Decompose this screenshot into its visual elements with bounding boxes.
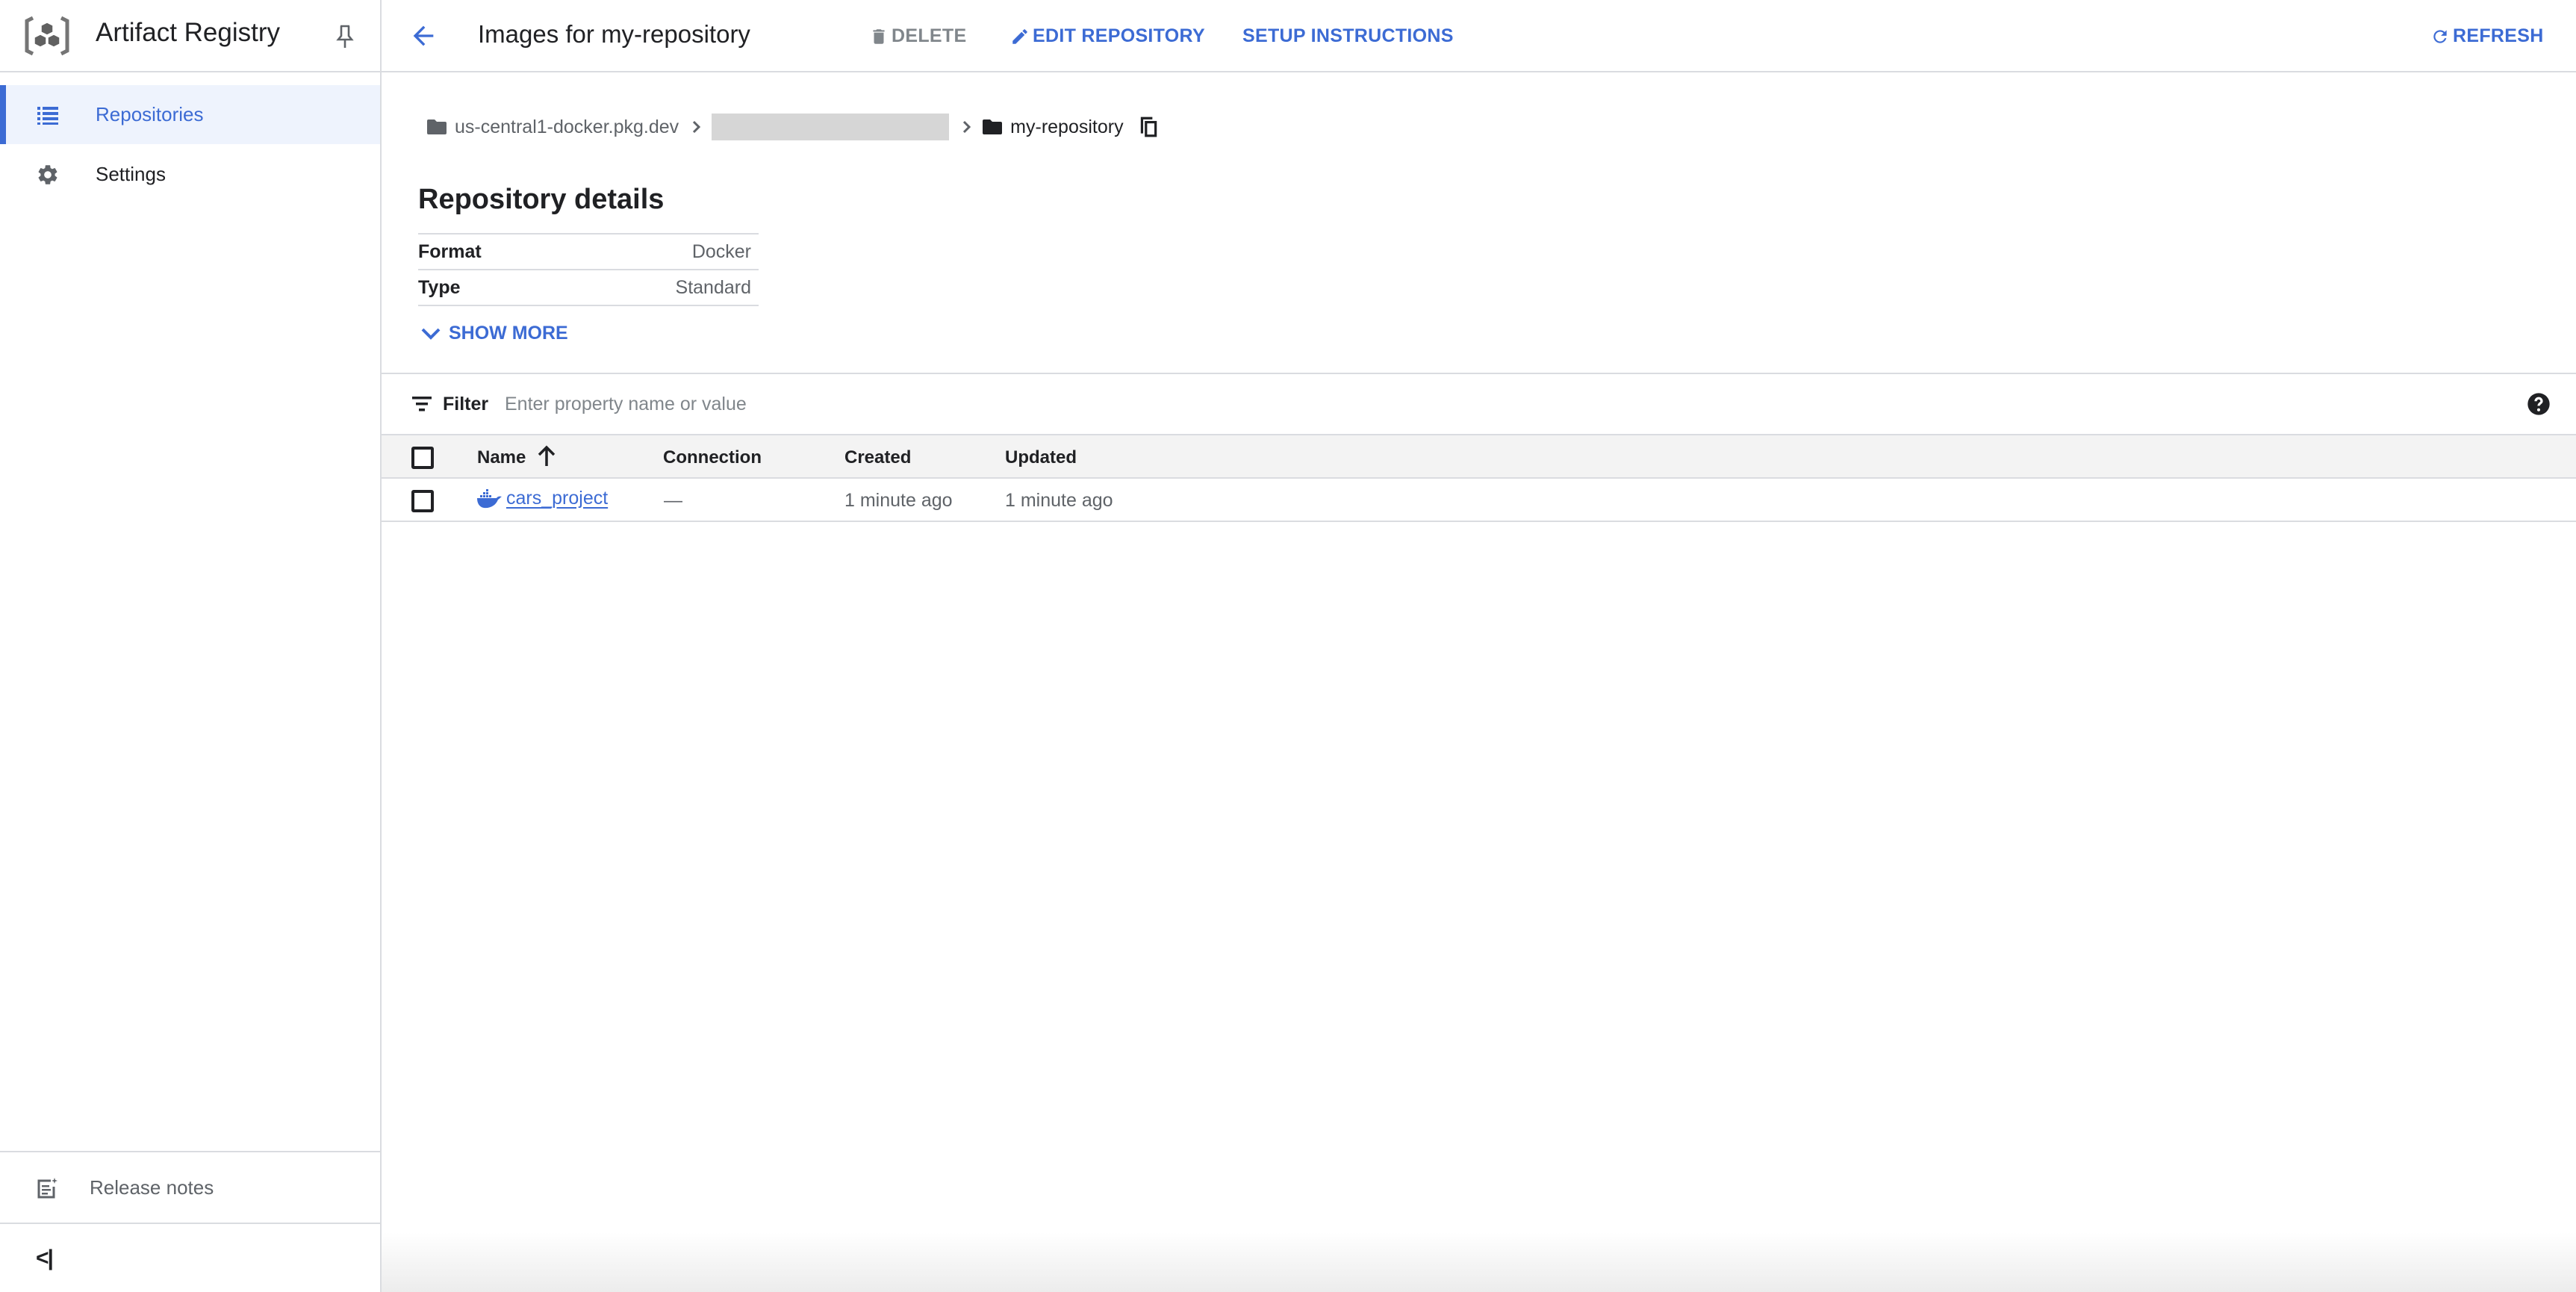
back-arrow-icon[interactable]: [408, 21, 438, 51]
gear-icon: [38, 164, 57, 184]
column-header-connection[interactable]: Connection: [663, 447, 762, 468]
filter-bar: Filter: [382, 373, 2576, 435]
details-row-type: Type Standard: [418, 270, 759, 306]
sidebar-divider: [0, 1223, 380, 1224]
details-key: Format: [418, 240, 482, 262]
main-content: Images for my-repository DELETE EDIT REP…: [382, 0, 2576, 1292]
sidebar-item-label: Settings: [96, 163, 166, 185]
sidebar: Artifact Registry Repositories Settings …: [0, 0, 382, 1292]
details-key: Type: [418, 276, 461, 298]
name-cell: cars_project: [476, 488, 608, 509]
updated-cell: 1 minute ago: [1005, 490, 1113, 511]
filter-label: Filter: [443, 394, 489, 414]
repository-details-table: Format Docker Type Standard: [418, 233, 759, 306]
details-value: Standard: [675, 276, 751, 298]
refresh-icon: [2433, 29, 2447, 43]
docker-icon: [477, 488, 502, 508]
chevron-down-icon: [421, 328, 441, 340]
release-notes-link[interactable]: Release notes: [0, 1154, 380, 1221]
sidebar-item-label: Repositories: [96, 103, 204, 125]
edit-repository-button[interactable]: EDIT REPOSITORY: [1010, 25, 1205, 47]
row-checkbox[interactable]: [411, 490, 434, 512]
release-notes-label: Release notes: [90, 1176, 214, 1199]
page-header: Images for my-repository DELETE EDIT REP…: [382, 0, 2576, 72]
sidebar-item-settings[interactable]: Settings: [0, 145, 380, 204]
folder-icon: [983, 119, 1003, 134]
page-title: Images for my-repository: [478, 20, 750, 48]
filter-icon: [412, 397, 432, 411]
folder-icon: [427, 119, 447, 134]
app-title: Artifact Registry: [96, 18, 280, 47]
connection-cell: —: [664, 490, 682, 511]
collapse-sidebar-button[interactable]: <|: [36, 1246, 54, 1271]
repository-details-title: Repository details: [418, 184, 665, 215]
delete-button[interactable]: DELETE: [869, 25, 966, 47]
bottom-shadow: [382, 1232, 2576, 1292]
sidebar-divider: [0, 1151, 380, 1152]
refresh-button[interactable]: REFRESH: [2430, 25, 2544, 47]
pin-icon[interactable]: [335, 24, 355, 49]
sort-ascending-arrow-icon[interactable]: [537, 444, 556, 468]
show-more-label: SHOW MORE: [449, 323, 568, 344]
setup-instructions-label: SETUP INSTRUCTIONS: [1242, 25, 1454, 46]
trash-icon: [873, 28, 885, 44]
table-header-row: Name Connection Created Updated: [382, 435, 2576, 479]
column-header-updated[interactable]: Updated: [1005, 447, 1077, 468]
sidebar-item-repositories[interactable]: Repositories: [0, 85, 380, 144]
artifact-registry-logo-icon: [25, 16, 69, 56]
table-row: cars_project — 1 minute ago 1 minute ago: [382, 479, 2576, 522]
select-all-checkbox[interactable]: [411, 447, 434, 469]
filter-input[interactable]: [505, 388, 2297, 420]
breadcrumb-repository: my-repository: [1010, 116, 1124, 137]
setup-instructions-button[interactable]: SETUP INSTRUCTIONS: [1242, 25, 1454, 47]
refresh-label: REFRESH: [2453, 25, 2544, 46]
edit-repository-label: EDIT REPOSITORY: [1033, 25, 1205, 46]
breadcrumb-project-redacted[interactable]: [712, 114, 950, 140]
help-icon[interactable]: [2527, 392, 2551, 416]
list-icon: [37, 106, 58, 125]
chevron-right-icon: [693, 120, 701, 134]
details-value: Docker: [691, 240, 751, 262]
sidebar-header: Artifact Registry: [0, 0, 380, 72]
created-cell: 1 minute ago: [844, 490, 953, 511]
chevron-right-icon: [963, 120, 971, 134]
image-name-link[interactable]: cars_project: [506, 488, 608, 509]
column-header-name[interactable]: Name: [477, 447, 526, 468]
delete-label: DELETE: [892, 25, 967, 46]
breadcrumb: us-central1-docker.pkg.dev my-repository: [426, 112, 1158, 142]
column-header-created[interactable]: Created: [844, 447, 911, 468]
copy-icon[interactable]: [1139, 116, 1158, 138]
pencil-icon: [1012, 28, 1027, 44]
show-more-button[interactable]: SHOW MORE: [420, 323, 568, 344]
details-row-format: Format Docker: [418, 235, 759, 270]
release-notes-icon: [37, 1178, 57, 1199]
breadcrumb-host[interactable]: us-central1-docker.pkg.dev: [455, 117, 679, 138]
